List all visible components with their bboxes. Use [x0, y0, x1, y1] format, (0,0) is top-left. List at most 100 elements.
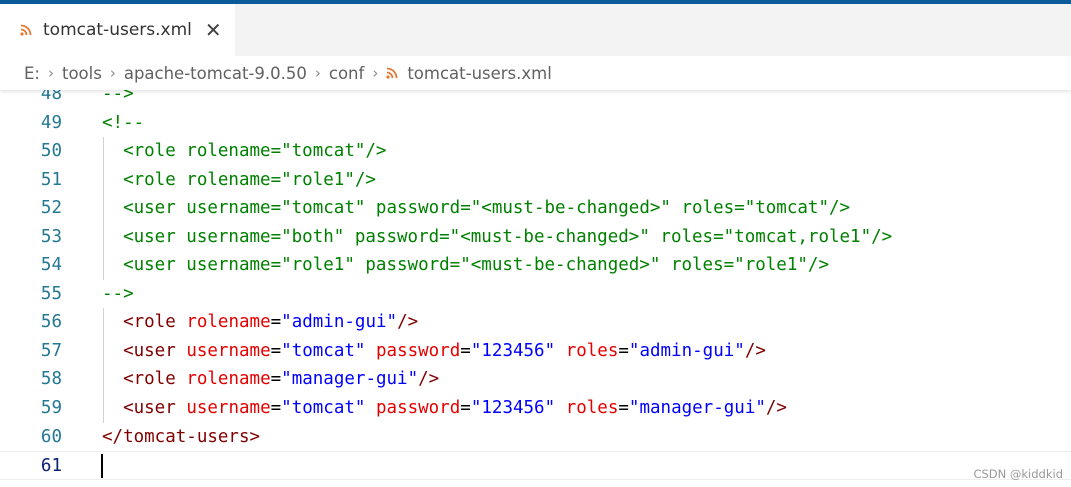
line-number: 49 — [40, 112, 62, 133]
code-line[interactable]: 61 — [0, 451, 1071, 480]
watermark: CSDN @kiddkid — [973, 467, 1063, 481]
code-token: = — [270, 340, 282, 361]
code-token: password — [376, 398, 461, 419]
chevron-right-icon: › — [372, 64, 379, 82]
code-line[interactable]: 56 <role rolename="admin-gui"/> — [0, 308, 1071, 337]
code-line[interactable]: 53 <user username="both" password="<must… — [0, 222, 1071, 252]
tab-strip: tomcat-users.xml ✕ — [0, 4, 1071, 56]
code-line[interactable]: 51 <role rolename="role1"/> — [0, 165, 1071, 195]
code-token: = — [270, 312, 282, 333]
code-token: <user — [123, 340, 176, 361]
code-token: "manager-gui" — [628, 398, 766, 419]
code-token: username — [186, 340, 271, 361]
breadcrumb: E: › tools › apache-tomcat-9.0.50 › conf… — [0, 56, 1071, 90]
line-code: <user username="tomcat" password="123456… — [102, 394, 787, 423]
comment-text: <user username="role1" password="<must-b… — [102, 255, 829, 276]
chevron-right-icon: › — [314, 64, 321, 82]
line-code: <role rolename="admin-gui"/> — [102, 308, 418, 337]
code-token: </tomcat-users> — [102, 426, 261, 447]
line-code: <role rolename="manager-gui"/> — [102, 365, 439, 394]
code-line[interactable]: 49 <!-- — [0, 109, 1071, 138]
code-token: rolename — [186, 312, 271, 333]
code-token: <role — [123, 312, 176, 333]
breadcrumb-tomcat-folder[interactable]: apache-tomcat-9.0.50 — [124, 64, 307, 83]
code-editor[interactable]: 48 --> 49 <!-- 50 <role rolename="tomcat"/> 5… — [0, 80, 1071, 487]
rss-icon — [386, 67, 398, 79]
tab-tomcat-users-xml[interactable]: tomcat-users.xml ✕ — [0, 4, 235, 56]
code-token: roles — [565, 398, 619, 419]
line-number: 61 — [40, 456, 62, 477]
line-code: <user username="tomcat" password="123456… — [102, 337, 766, 366]
line-number: 59 — [40, 398, 62, 419]
code-token: username — [186, 398, 271, 419]
line-number: 50 — [40, 141, 62, 162]
code-line[interactable]: 55 --> — [0, 280, 1071, 309]
code-token: = — [618, 398, 629, 419]
code-token: = — [618, 340, 629, 361]
breadcrumb-drive[interactable]: E: — [24, 64, 40, 83]
code-token: rolename — [186, 369, 271, 390]
chevron-right-icon: › — [109, 64, 116, 82]
line-code: <role rolename="role1"/> — [102, 166, 376, 195]
code-token: <role — [123, 369, 176, 390]
comment-text: <role rolename="tomcat"/> — [102, 141, 387, 162]
code-token: /> — [744, 340, 766, 361]
code-line[interactable]: 52 <user username="tomcat" password="<mu… — [0, 194, 1071, 223]
breadcrumb-file-label: tomcat-users.xml — [407, 63, 552, 83]
line-number: 55 — [40, 283, 62, 304]
line-number: 52 — [40, 198, 62, 219]
comment-text: <role rolename="role1"/> — [102, 169, 376, 190]
breadcrumb-conf[interactable]: conf — [329, 64, 364, 83]
line-number: 53 — [40, 226, 62, 247]
line-number: 60 — [40, 426, 62, 447]
line-number: 57 — [40, 340, 62, 361]
tab-title: tomcat-users.xml — [43, 20, 192, 40]
code-token: = — [270, 369, 282, 390]
comment-text: <user username="tomcat" password="<must-… — [102, 198, 851, 219]
code-token: "123456" — [470, 340, 556, 361]
code-token: "tomcat" — [281, 340, 366, 361]
comment-text: --> — [102, 283, 134, 304]
line-code: <user username="role1" password="<must-b… — [102, 251, 829, 280]
line-code: <user username="both" password="<must-be… — [102, 223, 892, 252]
comment-text: <!-- — [102, 112, 145, 133]
code-line[interactable]: 60 </tomcat-users> — [0, 423, 1071, 452]
code-line[interactable]: 58 <role rolename="manager-gui"/> — [0, 365, 1071, 395]
chevron-right-icon: › — [47, 64, 54, 82]
code-token: /> — [397, 312, 419, 333]
code-line[interactable]: 50 <role rolename="tomcat"/> — [0, 137, 1071, 166]
close-icon[interactable]: ✕ — [205, 18, 222, 42]
line-code: <role rolename="tomcat"/> — [102, 137, 386, 166]
line-number: 56 — [40, 312, 62, 333]
code-token: /> — [765, 398, 787, 419]
line-number: 54 — [40, 255, 62, 276]
line-code: </tomcat-users> — [102, 423, 260, 452]
code-line[interactable]: 57 <user username="tomcat" password="123… — [0, 336, 1071, 366]
breadcrumb-file[interactable]: tomcat-users.xml — [386, 64, 552, 83]
code-line[interactable]: 54 <user username="role1" password="<mus… — [0, 251, 1071, 280]
code-token: roles — [565, 340, 619, 361]
code-token: = — [460, 340, 471, 361]
code-line[interactable]: 59 <user username="tomcat" password="123… — [0, 394, 1071, 423]
line-code: --> — [102, 280, 134, 309]
code-token: "manager-gui" — [281, 369, 419, 390]
code-token: "admin-gui" — [628, 340, 745, 361]
breadcrumb-tools[interactable]: tools — [62, 64, 102, 83]
code-token: password — [376, 340, 461, 361]
rss-icon — [20, 24, 32, 36]
code-token: = — [460, 398, 471, 419]
code-token: "admin-gui" — [281, 312, 398, 333]
line-code: <!-- — [102, 109, 144, 138]
comment-text: <user username="both" password="<must-be… — [102, 226, 893, 247]
